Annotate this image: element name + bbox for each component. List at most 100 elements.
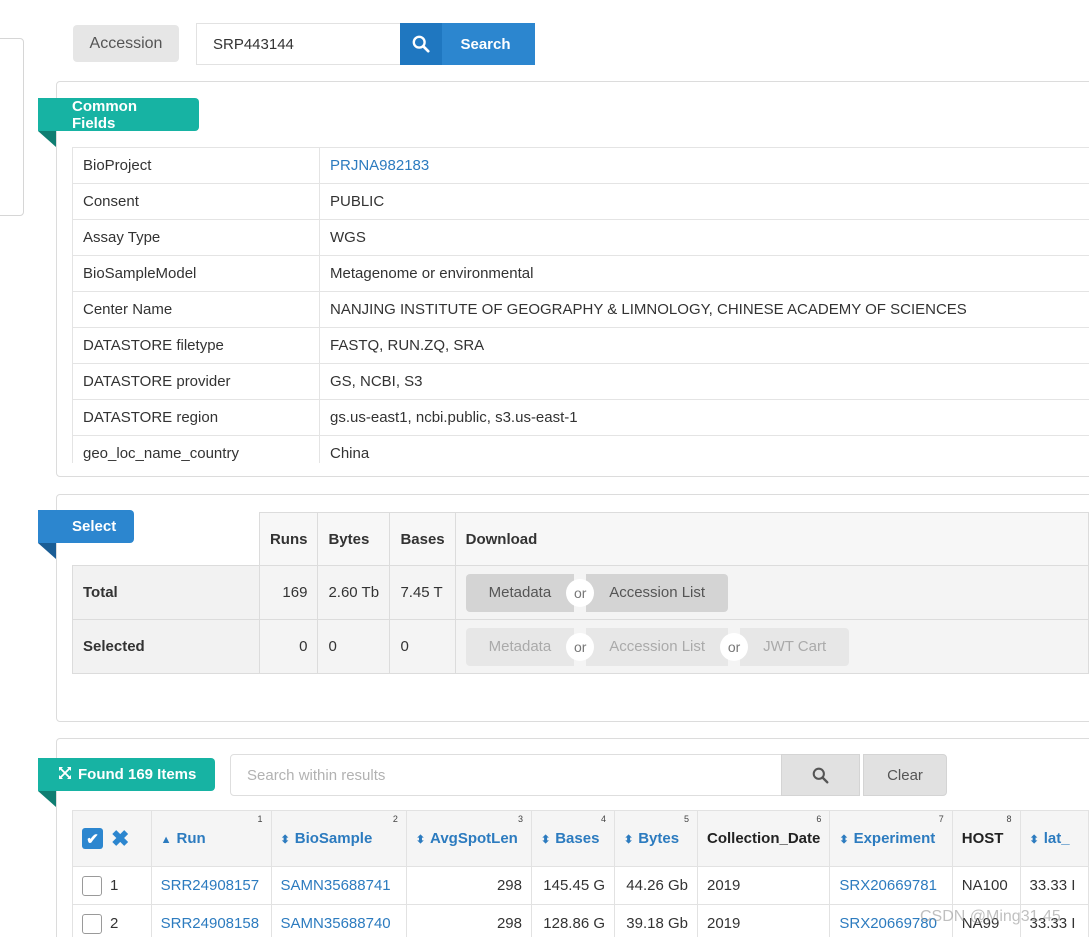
table-row[interactable]: 1 SRR24908157 SAMN35688741 298 145.45 G 44.26… (72, 866, 1089, 905)
col-download: Download (454, 512, 1089, 566)
col-header-label: HOST (961, 830, 1004, 847)
sort-icon: ⬍ (280, 834, 290, 846)
bioproject-link[interactable]: PRJNA982183 (330, 157, 429, 174)
col-header-label: Collection_Date (707, 830, 821, 847)
common-field-row: DATASTORE region gs.us-east1, ncbi.public… (72, 399, 1089, 436)
selected-bases: 0 (389, 619, 456, 674)
field-key: DATASTORE region (72, 399, 320, 436)
col-header-collection-date[interactable]: Collection_Date 6 (696, 810, 831, 867)
search-button[interactable]: Search (400, 23, 535, 65)
row-checkbox[interactable] (82, 913, 102, 934)
col-header-label: BioSample (294, 830, 373, 847)
col-header-label: Bases (555, 830, 600, 847)
found-items-label: Found 169 Items (78, 766, 197, 783)
total-bases: 7.45 T (389, 565, 456, 620)
col-header-lat-[interactable]: ⬍ lat_ (1019, 810, 1089, 867)
col-header-label: Bytes (638, 830, 680, 847)
col-order-number: 2 (392, 814, 398, 824)
col-order-number: 8 (1006, 814, 1012, 824)
common-field-row: BioProject PRJNA982183 (72, 147, 1089, 184)
expand-icon[interactable] (58, 766, 72, 783)
selected-download: Metadata or Accession List or JWT Cart (454, 619, 1089, 674)
total-accession-list-button[interactable]: Accession List (586, 573, 729, 612)
select-header: Select (38, 510, 134, 559)
run-link[interactable]: SRR24908158 (161, 915, 259, 932)
selected-metadata-button[interactable]: Metadata (465, 627, 575, 666)
col-header-label: lat_ (1043, 830, 1070, 847)
scroll-fade (72, 463, 1089, 476)
cell-biosample: SAMN35688741 (270, 866, 407, 905)
sort-icon: ⬍ (839, 834, 849, 846)
field-value: GS, NCBI, S3 (319, 363, 1089, 400)
total-metadata-button[interactable]: Metadata (465, 573, 575, 612)
total-runs: 169 (258, 565, 319, 620)
field-key: Center Name (72, 291, 320, 328)
common-fields-header: Common Fields (38, 98, 199, 147)
common-field-row: Assay Type WGS (72, 219, 1089, 256)
col-order-number: 5 (683, 814, 689, 824)
common-field-row: DATASTORE provider GS, NCBI, S3 (72, 363, 1089, 400)
field-key: Assay Type (72, 219, 320, 256)
col-bytes: Bytes (317, 512, 391, 566)
row-index: 2 (110, 914, 119, 932)
cell-collection_date: 2019 (696, 904, 831, 937)
total-label: Total (72, 565, 260, 620)
common-fields-table: BioProject PRJNA982183 Consent PUBLIC Assay … (72, 147, 1089, 472)
col-header-experiment[interactable]: ⬍ Experiment 7 (829, 810, 953, 867)
col-header-host[interactable]: HOST 8 (951, 810, 1021, 867)
sort-icon: ⬍ (415, 834, 426, 846)
found-items-header: Found 169 Items (38, 758, 215, 807)
select-table: Runs Bytes Bases Download Total 169 2.60… (72, 512, 1089, 674)
col-bases: Bases (389, 512, 456, 566)
run-link[interactable]: SRR24908157 (161, 877, 259, 894)
select-all-checkbox[interactable]: ✔ (82, 828, 103, 849)
biosample-link[interactable]: SAMN35688741 (281, 877, 391, 894)
field-value: NANJING INSTITUTE OF GEOGRAPHY & LIMNOLO… (319, 291, 1089, 328)
row-checkbox[interactable] (82, 875, 102, 896)
cell-avgspotlen: 298 (405, 904, 533, 937)
select-all-cell: ✔ ✖ (72, 810, 152, 867)
clear-button[interactable]: Clear (863, 754, 947, 796)
common-field-row: DATASTORE filetype FASTQ, RUN.ZQ, SRA (72, 327, 1089, 364)
cell-lat: 33.33 I (1019, 866, 1089, 905)
col-order-number: 7 (938, 814, 944, 824)
biosample-link[interactable]: SAMN35688740 (281, 915, 391, 932)
selected-jwt-cart-button[interactable]: JWT Cart (740, 627, 850, 666)
col-header-avgspotlen[interactable]: ⬍ AvgSpotLen 3 (405, 810, 533, 867)
cell-bytes: 39.18 Gb (614, 904, 698, 937)
cell-run: SRR24908157 (150, 866, 272, 905)
sort-asc-icon: ▲ (160, 834, 172, 846)
col-header-label: Experiment (853, 830, 936, 847)
col-header-run[interactable]: ▲ Run 1 (150, 810, 272, 867)
selected-accession-list-button[interactable]: Accession List (586, 627, 729, 666)
results-search-button[interactable] (781, 754, 860, 796)
col-runs: Runs (258, 512, 319, 566)
accession-search-input[interactable] (196, 23, 401, 65)
search-within-results-input[interactable] (230, 754, 782, 796)
field-value: gs.us-east1, ncbi.public, s3.us-east-1 (319, 399, 1089, 436)
cell-biosample: SAMN35688740 (270, 904, 407, 937)
total-row: Total 169 2.60 Tb 7.45 T Metadata or Acc… (72, 565, 1089, 620)
col-header-bytes[interactable]: ⬍ Bytes 5 (614, 810, 698, 867)
row-select-cell: 1 (72, 866, 152, 905)
cell-bytes: 44.26 Gb (614, 866, 698, 905)
col-header-bases[interactable]: ⬍ Bases 4 (531, 810, 615, 867)
deselect-all-icon[interactable]: ✖ (111, 826, 129, 851)
field-key: BioSampleModel (72, 255, 320, 292)
experiment-link[interactable]: SRX20669781 (839, 877, 937, 894)
common-field-row: BioSampleModel Metagenome or environmenta… (72, 255, 1089, 292)
col-order-number: 6 (816, 814, 822, 824)
col-header-biosample[interactable]: ⬍ BioSample 2 (270, 810, 407, 867)
selected-label: Selected (72, 619, 260, 674)
field-value: Metagenome or environmental (319, 255, 1089, 292)
left-sidebar-panel (0, 38, 24, 216)
cell-run: SRR24908158 (150, 904, 272, 937)
field-value: PUBLIC (319, 183, 1089, 220)
col-order-number: 1 (257, 814, 263, 824)
row-index: 1 (110, 876, 119, 894)
or-separator: or (720, 632, 749, 661)
cell-experiment: SRX20669781 (829, 866, 953, 905)
field-value: FASTQ, RUN.ZQ, SRA (319, 327, 1089, 364)
common-field-row: Center Name NANJING INSTITUTE OF GEOGRAPH… (72, 291, 1089, 328)
search-icon (812, 767, 829, 783)
